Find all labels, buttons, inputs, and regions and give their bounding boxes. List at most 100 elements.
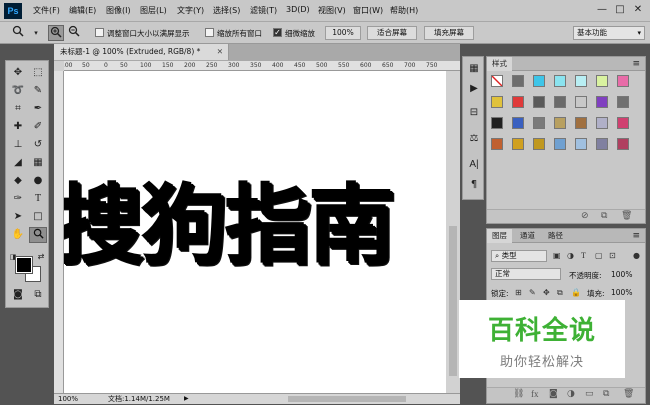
- marquee-tool-icon[interactable]: ⬚: [29, 65, 47, 81]
- style-swatch[interactable]: [596, 96, 608, 108]
- style-swatch[interactable]: [512, 75, 524, 87]
- character-panel-icon[interactable]: A|: [466, 157, 482, 173]
- style-swatch[interactable]: [533, 75, 545, 87]
- style-swatch[interactable]: [617, 117, 629, 129]
- filter-type-icon[interactable]: T: [581, 251, 586, 260]
- style-swatch[interactable]: [554, 138, 566, 150]
- crop-tool-icon[interactable]: ⌗: [9, 101, 27, 117]
- hand-tool-icon[interactable]: ✋: [9, 227, 27, 243]
- new-group-icon[interactable]: ▭: [585, 389, 594, 399]
- maximize-button[interactable]: □: [612, 3, 628, 17]
- filter-toggle-icon[interactable]: ●: [633, 251, 640, 260]
- path-select-icon[interactable]: ➤: [9, 209, 27, 225]
- resize-windows-checkbox[interactable]: [95, 28, 104, 37]
- canvas[interactable]: 搜狗指南: [64, 71, 446, 393]
- layer-style-icon[interactable]: fx: [531, 389, 539, 399]
- style-swatch[interactable]: [512, 96, 524, 108]
- horizontal-scrollbar-thumb[interactable]: [288, 396, 406, 402]
- tab-layers[interactable]: 图层: [487, 229, 512, 243]
- rectangle-tool-icon[interactable]: □: [29, 209, 47, 225]
- move-tool-icon[interactable]: ✥: [9, 65, 27, 81]
- style-swatch[interactable]: [512, 138, 524, 150]
- menu-image[interactable]: 图像(I): [106, 5, 131, 16]
- swap-colors-icon[interactable]: ⇄: [36, 249, 46, 265]
- fill-value[interactable]: 100%: [611, 288, 632, 297]
- canvas-text-layer[interactable]: 搜狗指南: [64, 175, 394, 275]
- add-mask-icon[interactable]: ◙: [549, 389, 558, 399]
- tab-channels[interactable]: 通道: [515, 229, 540, 243]
- properties-panel-icon[interactable]: ⊟: [466, 105, 482, 121]
- style-swatch[interactable]: [491, 96, 503, 108]
- filter-adjustment-icon[interactable]: ◑: [567, 251, 574, 260]
- style-swatch[interactable]: [512, 117, 524, 129]
- style-swatch[interactable]: [575, 75, 587, 87]
- history-brush-icon[interactable]: ↺: [29, 137, 47, 153]
- adjustment-layer-icon[interactable]: ◑: [567, 389, 575, 399]
- fit-screen-button[interactable]: 适合屏幕: [367, 26, 417, 40]
- menu-3d[interactable]: 3D(D): [286, 5, 310, 14]
- lock-pixels-icon[interactable]: ✎: [529, 288, 536, 297]
- quick-select-tool-icon[interactable]: ✎: [29, 83, 47, 99]
- minimize-button[interactable]: —: [594, 3, 610, 17]
- trash-icon[interactable]: 🗑: [621, 211, 632, 221]
- lasso-tool-icon[interactable]: ➰: [9, 83, 27, 99]
- new-layer-icon[interactable]: ⧉: [603, 389, 609, 399]
- style-swatch[interactable]: [491, 117, 503, 129]
- style-swatch[interactable]: [491, 138, 503, 150]
- scrollbar-thumb[interactable]: [449, 226, 457, 376]
- chevron-down-icon[interactable]: ▾: [28, 25, 44, 41]
- document-tab[interactable]: 未标题-1 @ 100% (Extruded, RGB/8) * ✕: [54, 44, 229, 60]
- history-panel-icon[interactable]: ▦: [466, 61, 482, 77]
- panel-menu-icon[interactable]: ≡: [627, 57, 645, 71]
- info-panel-icon[interactable]: ⚖: [466, 131, 482, 147]
- layer-filter-select[interactable]: ⌕ 类型: [491, 250, 547, 262]
- pen-tool-icon[interactable]: ✑: [9, 191, 27, 207]
- filter-pixel-icon[interactable]: ▣: [553, 251, 561, 260]
- brush-tool-icon[interactable]: ✐: [29, 119, 47, 135]
- style-swatch[interactable]: [554, 117, 566, 129]
- blur-tool-icon[interactable]: ◆: [9, 173, 27, 189]
- type-tool-icon[interactable]: T: [29, 191, 47, 207]
- lock-transparent-icon[interactable]: ⊞: [515, 288, 522, 297]
- tab-styles[interactable]: 样式: [487, 57, 512, 71]
- style-swatch[interactable]: [596, 138, 608, 150]
- menu-file[interactable]: 文件(F): [33, 5, 60, 16]
- style-swatch[interactable]: [533, 96, 545, 108]
- style-swatch[interactable]: [575, 138, 587, 150]
- eraser-tool-icon[interactable]: ◢: [9, 155, 27, 171]
- screen-mode-icon[interactable]: ⧉: [29, 287, 47, 303]
- actions-play-icon[interactable]: ▶: [466, 81, 482, 97]
- opacity-value[interactable]: 100%: [611, 270, 632, 279]
- zoom-out-icon[interactable]: [66, 25, 82, 41]
- gradient-tool-icon[interactable]: ▦: [29, 155, 47, 171]
- close-button[interactable]: ✕: [630, 3, 646, 17]
- style-swatch[interactable]: [617, 75, 629, 87]
- link-layers-icon[interactable]: ⛓: [513, 389, 524, 399]
- menu-type[interactable]: 文字(Y): [177, 5, 204, 16]
- clear-style-icon[interactable]: ⊘: [581, 211, 589, 221]
- blend-mode-select[interactable]: 正常: [491, 268, 561, 280]
- style-swatch[interactable]: [617, 96, 629, 108]
- paragraph-panel-icon[interactable]: ¶: [466, 177, 482, 193]
- menu-filter[interactable]: 滤镜(T): [250, 5, 277, 16]
- fill-screen-button[interactable]: 填充屏幕: [424, 26, 474, 40]
- tab-paths[interactable]: 路径: [543, 229, 568, 243]
- menu-edit[interactable]: 编辑(E): [69, 5, 96, 16]
- menu-select[interactable]: 选择(S): [213, 5, 240, 16]
- menu-window[interactable]: 窗口(W): [353, 5, 383, 16]
- clone-stamp-icon[interactable]: ⊥: [9, 137, 27, 153]
- vertical-ruler[interactable]: [54, 71, 64, 393]
- panel-menu-icon[interactable]: ≡: [627, 229, 645, 243]
- zoom-tool-icon[interactable]: [10, 25, 26, 41]
- zoom-tool-active-icon[interactable]: [29, 227, 47, 243]
- style-swatch[interactable]: [596, 75, 608, 87]
- menu-view[interactable]: 视图(V): [318, 5, 346, 16]
- filter-shape-icon[interactable]: ▢: [595, 251, 603, 260]
- scrubby-zoom-checkbox[interactable]: ✓: [273, 28, 282, 37]
- lock-icon[interactable]: 🔒: [571, 288, 581, 297]
- filter-smart-object-icon[interactable]: ⊡: [609, 251, 616, 260]
- zoom-all-windows-checkbox[interactable]: [205, 28, 214, 37]
- zoom-in-icon[interactable]: [48, 25, 64, 41]
- style-swatch[interactable]: [554, 75, 566, 87]
- style-swatch[interactable]: [617, 138, 629, 150]
